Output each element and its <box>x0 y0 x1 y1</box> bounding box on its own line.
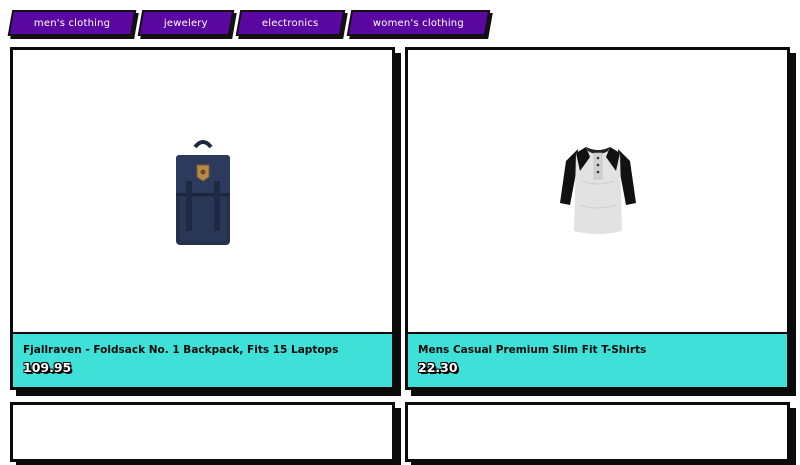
product-image-container <box>408 405 787 465</box>
product-card[interactable]: Mens Casual Premium Slim Fit T-Shirts 22… <box>405 47 790 390</box>
category-bar: men's clothing jewelery electronics wome… <box>7 10 490 38</box>
product-card[interactable]: Fjallraven - Foldsack No. 1 Backpack, Fi… <box>10 47 395 390</box>
product-card[interactable] <box>405 402 790 462</box>
category-button-jewelery[interactable]: jewelery <box>138 10 235 36</box>
product-title: Mens Casual Premium Slim Fit T-Shirts <box>418 344 647 356</box>
category-button-womens-clothing[interactable]: women's clothing <box>346 10 490 36</box>
category-label: jewelery <box>164 17 209 29</box>
product-card[interactable] <box>10 402 395 462</box>
product-title: Fjallraven - Foldsack No. 1 Backpack, Fi… <box>23 344 339 356</box>
product-image-container <box>13 405 392 465</box>
product-price: 109.95 <box>23 360 72 375</box>
category-button-mens-clothing[interactable]: men's clothing <box>7 10 137 36</box>
tshirt-image <box>559 147 636 234</box>
category-label: electronics <box>262 17 319 29</box>
product-info: Fjallraven - Foldsack No. 1 Backpack, Fi… <box>13 334 392 387</box>
backpack-image <box>175 140 230 245</box>
product-image-container <box>13 50 392 335</box>
category-label: women's clothing <box>372 17 464 29</box>
product-info: Mens Casual Premium Slim Fit T-Shirts 22… <box>408 334 787 387</box>
product-image-container <box>408 50 787 335</box>
category-button-electronics[interactable]: electronics <box>235 10 345 36</box>
product-price: 22.30 <box>418 360 458 375</box>
category-label: men's clothing <box>34 17 111 29</box>
product-grid: Fjallraven - Foldsack No. 1 Backpack, Fi… <box>10 47 795 462</box>
